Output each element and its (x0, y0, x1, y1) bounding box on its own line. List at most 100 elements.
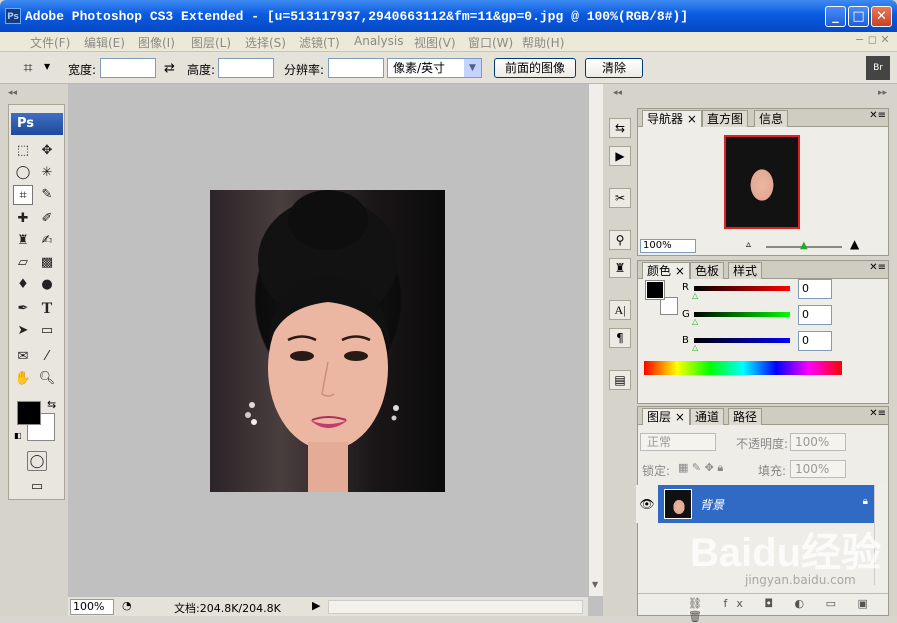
menu-select[interactable]: 选择(S) (245, 34, 286, 51)
tab-navigator[interactable]: 导航器 × (642, 110, 702, 127)
tool-presets-icon[interactable]: ✂ (609, 188, 631, 208)
zoom-in-icon[interactable]: ▲ (850, 237, 859, 251)
menu-edit[interactable]: 编辑(E) (84, 34, 125, 51)
chevron-down-icon[interactable]: ▼ (44, 62, 50, 71)
tab-layers[interactable]: 图层 × (642, 408, 690, 425)
blue-slider-thumb[interactable]: △ (692, 343, 698, 352)
green-slider[interactable] (694, 312, 790, 317)
clone-stamp-tool-icon[interactable]: ♜ (13, 231, 33, 251)
red-slider[interactable] (694, 286, 790, 291)
collapse-panels-icon[interactable]: ▸▸ (878, 88, 887, 98)
blue-slider[interactable] (694, 338, 790, 343)
width-input[interactable] (100, 58, 156, 78)
crop-tool-preset-icon[interactable]: ⌗ (18, 58, 38, 78)
close-button[interactable]: ✕ (871, 6, 892, 27)
bridge-icon[interactable]: Br (866, 56, 890, 80)
document-window-controls[interactable]: − ◻ ✕ (855, 33, 890, 46)
navigator-thumbnail[interactable] (724, 135, 800, 229)
layer-comps-icon[interactable]: ▤ (609, 370, 631, 390)
tab-swatches[interactable]: 色板 (690, 262, 725, 279)
layer-name[interactable]: 背景 (700, 496, 724, 513)
lock-icons[interactable]: ▦ ✎ ✥ 🔒︎ (678, 461, 723, 475)
foreground-color-swatch[interactable] (17, 401, 41, 425)
history-panel-icon[interactable]: ⇆ (609, 118, 631, 138)
height-input[interactable] (218, 58, 274, 78)
red-value[interactable]: 0 (798, 279, 832, 299)
move-tool-icon[interactable]: ✥ (37, 141, 57, 161)
color-fg-swatch[interactable] (645, 280, 665, 300)
status-menu-icon[interactable]: ◔ (122, 599, 132, 612)
opacity-field[interactable]: 100% (790, 433, 846, 451)
vertical-scrollbar[interactable]: ▼ (588, 84, 603, 596)
screen-mode-icon[interactable]: ▭ (27, 477, 47, 497)
green-value[interactable]: 0 (798, 305, 832, 325)
tab-paths[interactable]: 路径 (728, 408, 763, 425)
dodge-tool-icon[interactable]: ● (37, 275, 57, 295)
resolution-input[interactable] (328, 58, 384, 78)
layer-row-background[interactable]: 👁︎ 背景 🔒︎ (636, 485, 874, 523)
blend-mode-select[interactable]: 正常 (640, 433, 716, 451)
default-colors-icon[interactable]: ◧ (14, 431, 22, 440)
panel-menu-icon[interactable]: ✕≡ (869, 262, 886, 273)
zoom-slider-thumb[interactable]: ▲ (800, 240, 808, 251)
swap-colors-icon[interactable]: ⇆ (47, 398, 56, 411)
type-tool-icon[interactable]: T (37, 299, 57, 319)
menu-help[interactable]: 帮助(H) (522, 34, 564, 51)
horizontal-scrollbar[interactable] (328, 600, 583, 614)
history-brush-tool-icon[interactable]: ✍ (37, 231, 57, 251)
actions-panel-icon[interactable]: ▶ (609, 146, 631, 166)
minimize-button[interactable]: _ (825, 6, 846, 27)
tab-styles[interactable]: 样式 (728, 262, 763, 279)
gradient-tool-icon[interactable]: ▩ (37, 253, 57, 273)
zoom-level-field[interactable]: 100% (70, 599, 114, 615)
panel-menu-icon[interactable]: ✕≡ (869, 408, 886, 419)
collapse-arrows-icon[interactable]: ◂◂ (8, 88, 17, 98)
menu-analysis[interactable]: Analysis (354, 34, 403, 48)
menu-image[interactable]: 图像(I) (138, 34, 175, 51)
menu-file[interactable]: 文件(F) (30, 34, 70, 51)
clear-button[interactable]: 清除 (585, 58, 643, 78)
eraser-tool-icon[interactable]: ▱ (13, 253, 33, 273)
paragraph-panel-icon[interactable]: ¶ (609, 328, 631, 348)
panel-menu-icon[interactable]: ✕≡ (869, 110, 886, 121)
front-image-button[interactable]: 前面的图像 (494, 58, 576, 78)
menu-view[interactable]: 视图(V) (414, 34, 456, 51)
maximize-button[interactable]: □ (848, 6, 869, 27)
swap-dimensions-icon[interactable]: ⇄ (164, 61, 175, 76)
color-spectrum[interactable] (644, 361, 842, 375)
brush-tool-icon[interactable]: ✐ (37, 209, 57, 229)
character-panel-icon[interactable]: A| (609, 300, 631, 320)
healing-brush-tool-icon[interactable]: ✚ (13, 209, 33, 229)
rectangle-tool-icon[interactable]: ▭ (37, 321, 57, 341)
slice-tool-icon[interactable]: ✎ (37, 185, 57, 205)
quick-mask-icon[interactable]: ◯ (27, 451, 47, 471)
zoom-tool-icon[interactable]: 🔍︎ (37, 369, 57, 389)
menu-layer[interactable]: 图层(L) (191, 34, 231, 51)
resolution-unit-select[interactable]: 像素/英寸 ▼ (387, 58, 482, 78)
red-slider-thumb[interactable]: △ (692, 291, 698, 300)
green-slider-thumb[interactable]: △ (692, 317, 698, 326)
clone-source-icon[interactable]: ♜ (609, 258, 631, 278)
marquee-tool-icon[interactable]: ⬚ (13, 141, 33, 161)
menu-window[interactable]: 窗口(W) (468, 34, 513, 51)
blur-tool-icon[interactable]: ♦ (13, 275, 33, 295)
eyedropper-tool-icon[interactable]: ⁄ (37, 347, 57, 367)
navigator-zoom-field[interactable]: 100% (640, 239, 696, 253)
magic-wand-tool-icon[interactable]: ✳ (37, 163, 57, 183)
tab-info[interactable]: 信息 (754, 110, 789, 127)
zoom-out-icon[interactable]: ▵ (746, 239, 751, 250)
scroll-down-icon[interactable]: ▼ (592, 580, 598, 589)
crop-tool-icon[interactable]: ⌗ (13, 185, 33, 205)
lasso-tool-icon[interactable]: ◯ (13, 163, 33, 183)
brushes-panel-icon[interactable]: ⚲ (609, 230, 631, 250)
portrait-photo[interactable] (210, 190, 445, 492)
hand-tool-icon[interactable]: ✋ (13, 369, 33, 389)
menu-filter[interactable]: 滤镜(T) (299, 34, 340, 51)
tab-color[interactable]: 颜色 × (642, 262, 690, 279)
status-arrow-icon[interactable]: ▶ (312, 599, 320, 612)
fill-field[interactable]: 100% (790, 460, 846, 478)
layer-action-icons[interactable]: ⛓ fx ◘ ◐ ▭ ▣ 🗑︎ (688, 597, 888, 623)
color-bg-swatch[interactable] (660, 297, 678, 315)
visibility-eye-icon[interactable]: 👁︎ (636, 485, 658, 523)
pen-tool-icon[interactable]: ✒ (13, 299, 33, 319)
